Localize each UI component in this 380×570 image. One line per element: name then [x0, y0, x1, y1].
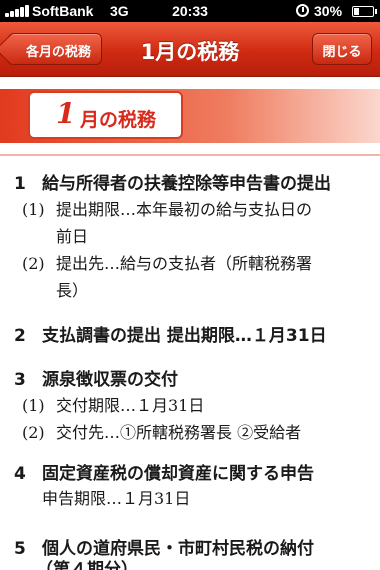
list-item-title: 3 源泉徴収票の交付	[14, 365, 178, 390]
item-title-text: 支払調書の提出 提出期限…１月31日	[42, 326, 327, 346]
item-note: 申告期限…１月31日	[42, 489, 191, 508]
item-title-continued: （第４期分）	[36, 560, 138, 570]
divider	[0, 154, 380, 156]
month-banner-card: 1 月の税務	[28, 91, 183, 139]
month-banner: 1 月の税務	[0, 89, 380, 143]
alarm-icon	[296, 4, 309, 17]
detail-marker: (1)	[22, 200, 45, 219]
list-item-title: 2 支払調書の提出 提出期限…１月31日	[14, 321, 327, 346]
item-number: 3	[14, 370, 26, 390]
item-number: 4	[14, 464, 26, 484]
detail-marker: (2)	[22, 254, 45, 273]
close-button[interactable]: 閉じる	[312, 33, 372, 65]
item-title-text: 固定資産税の償却資産に関する申告	[42, 464, 314, 484]
navigation-bar: 各月の税務 1月の税務 閉じる	[0, 22, 380, 77]
list-item-detail: (2) 提出先…給与の支払者（所轄税務署	[22, 250, 312, 274]
detail-text-continued: 長）	[56, 281, 89, 300]
item-title-text: 源泉徴収票の交付	[42, 370, 178, 390]
list-item-detail: (1) 提出期限…本年最初の給与支払日の	[22, 196, 312, 220]
list-item-detail: (2) 交付先…①所轄税務署長 ②受給者	[22, 419, 301, 443]
detail-text-continued: 前日	[56, 227, 89, 246]
detail-text: 交付期限…１月31日	[56, 396, 205, 415]
battery-icon	[352, 6, 377, 17]
list-item-detail: (1) 交付期限…１月31日	[22, 392, 204, 416]
status-bar: SoftBank 3G 20:33 30%	[0, 0, 380, 22]
detail-text: 提出期限…本年最初の給与支払日の	[56, 200, 313, 219]
detail-text: 交付先…①所轄税務署長 ②受給者	[56, 423, 302, 442]
item-number: 2	[14, 326, 26, 346]
detail-marker: (2)	[22, 423, 45, 442]
battery-percent: 30%	[314, 3, 343, 19]
item-title-text: 給与所得者の扶養控除等申告書の提出	[42, 174, 331, 194]
detail-marker: (1)	[22, 396, 45, 415]
item-number: 1	[14, 174, 26, 194]
detail-text: 提出先…給与の支払者（所轄税務署	[56, 254, 313, 273]
list-item-title: 4 固定資産税の償却資産に関する申告	[14, 459, 314, 484]
list-item-title: 1 給与所得者の扶養控除等申告書の提出	[14, 169, 331, 194]
month-number: 1	[56, 97, 76, 130]
month-banner-label: 月の税務	[80, 109, 157, 131]
